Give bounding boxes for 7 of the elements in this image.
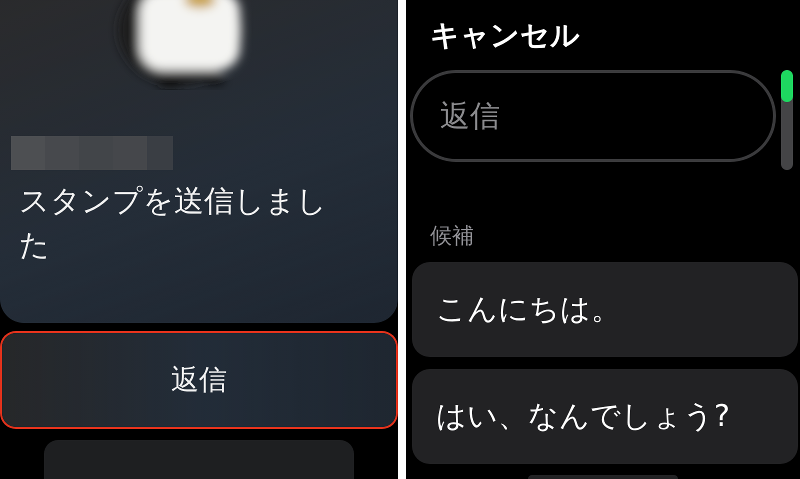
message-text: スタンプを送信しました bbox=[19, 183, 328, 265]
suggestion-item[interactable]: こんにちは。 bbox=[412, 262, 798, 357]
cancel-button[interactable]: キャンセル bbox=[430, 14, 580, 56]
reply-field[interactable]: 返信 bbox=[410, 70, 776, 162]
suggestion-item[interactable]: はい、なんでしょう? bbox=[412, 369, 798, 464]
suggestions-heading: 候補 bbox=[430, 223, 474, 251]
reply-button[interactable]: 返信 bbox=[2, 333, 396, 428]
